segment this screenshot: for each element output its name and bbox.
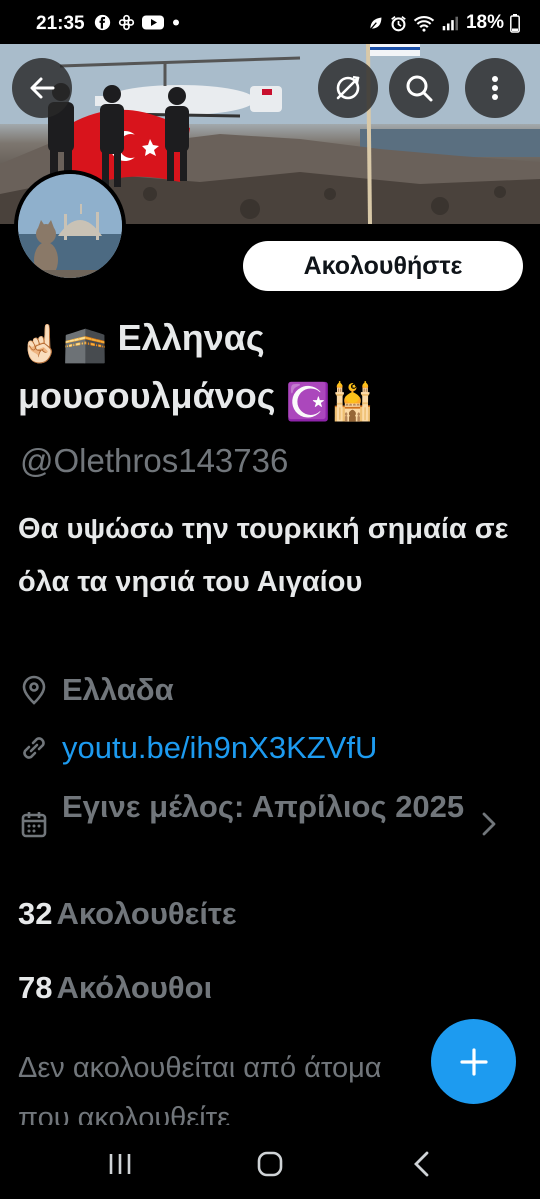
followers-stat[interactable]: 78 Ακόλουθοι — [18, 970, 212, 1006]
joined-row[interactable]: Εγινε μέλος: Απρίλιος 2025 — [18, 784, 498, 840]
alarm-icon — [391, 15, 406, 31]
home-icon — [257, 1151, 283, 1177]
no-signal-icon — [336, 75, 360, 100]
facebook-icon — [94, 14, 111, 31]
location-pin-icon — [22, 675, 46, 705]
followers-count: 78 — [18, 970, 53, 1005]
website-link[interactable]: youtu.be/ih9nX3KZVfU — [62, 728, 377, 768]
name-emoji-end: ☪️🕌 — [285, 381, 376, 422]
battery-level: 18% — [465, 12, 504, 33]
recent-apps-button[interactable] — [100, 1149, 140, 1179]
back-button[interactable] — [12, 58, 72, 118]
compose-button[interactable] — [431, 1019, 516, 1104]
bio-text: Θα υψώσω την τουρκική σημαία σε όλα τα ν… — [18, 513, 509, 598]
system-icons: 18% — [367, 12, 520, 34]
following-count: 32 — [18, 896, 53, 931]
name-emoji-start: ☝🏻🕋 — [18, 323, 108, 364]
chevron-right-icon[interactable] — [478, 808, 502, 840]
calendar-icon — [21, 812, 47, 838]
dot-icon — [173, 19, 179, 26]
youtube-icon — [142, 15, 164, 30]
pinwheel-icon — [118, 14, 135, 31]
followers-label: Ακόλουθοι — [56, 970, 213, 1005]
recent-apps-icon — [109, 1154, 131, 1174]
website-row[interactable]: youtu.be/ih9nX3KZVfU — [18, 728, 377, 768]
more-options-button[interactable] — [465, 58, 525, 118]
mute-notifications-button[interactable] — [318, 58, 378, 118]
battery-icon — [510, 13, 520, 33]
system-back-button[interactable] — [402, 1149, 442, 1179]
display-name-line1: Ελληνας — [117, 317, 265, 358]
arrow-left-icon — [30, 77, 55, 99]
notification-icons — [94, 14, 181, 31]
status-bar: 21:35 18% — [0, 0, 540, 44]
status-time: 21:35 — [36, 13, 85, 34]
avatar-image — [18, 174, 122, 278]
navigation-bar — [0, 1125, 540, 1199]
search-icon — [406, 75, 433, 102]
location-text: Ελλαδα — [62, 672, 174, 707]
display-name: ☝🏻🕋 Ελληνας μουσουλμάνος ☪️🕌 — [18, 312, 528, 428]
user-handle: @Olethros143736 — [20, 442, 289, 479]
joined-text: Εγινε μέλος: Απρίλιος 2025 — [62, 789, 465, 824]
following-label: Ακολουθείτε — [56, 896, 237, 931]
following-stat[interactable]: 32 Ακολουθείτε — [18, 896, 237, 932]
chevron-left-icon — [414, 1151, 429, 1177]
link-icon — [23, 737, 45, 759]
leaf-icon — [369, 17, 382, 31]
search-button[interactable] — [389, 58, 449, 118]
signal-icon — [442, 16, 458, 30]
location-row: Ελλαδα — [18, 670, 174, 710]
wifi-icon — [413, 15, 435, 32]
home-button[interactable] — [250, 1149, 290, 1179]
avatar[interactable] — [14, 170, 126, 282]
more-vertical-icon — [492, 76, 498, 100]
plus-icon — [459, 1047, 488, 1076]
display-name-line2: μουσουλμάνος — [18, 375, 276, 416]
follow-button[interactable]: Ακολουθήστε — [243, 241, 523, 291]
